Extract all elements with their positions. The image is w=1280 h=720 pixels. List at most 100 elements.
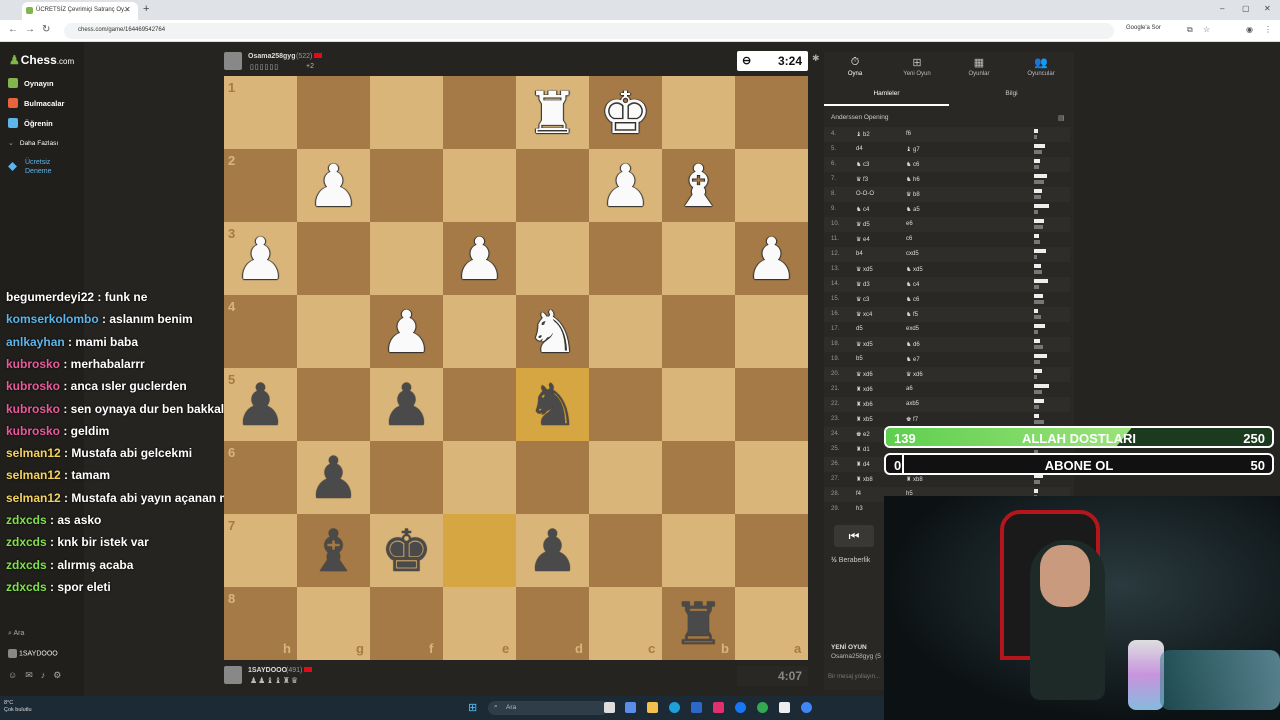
white-move[interactable]: ♝ b2 — [856, 131, 870, 138]
piece-a3[interactable]: ♟ — [735, 222, 808, 295]
square-g1[interactable] — [297, 76, 370, 149]
new-tab-icon[interactable]: + — [143, 3, 149, 15]
black-move[interactable]: ♞ f5 — [906, 311, 918, 318]
black-move[interactable]: axb5 — [906, 401, 919, 407]
piece-g2[interactable]: ♟ — [297, 149, 370, 222]
subtab-info[interactable]: Bilgi — [949, 90, 1074, 97]
browser-menu-icon[interactable]: ⋮ — [1264, 25, 1272, 34]
piece-c1[interactable]: ♚ — [589, 76, 662, 149]
square-c6[interactable] — [589, 441, 662, 514]
square-d3[interactable] — [516, 222, 589, 295]
white-move[interactable]: ♛ xd5 — [856, 341, 873, 348]
square-f2[interactable] — [370, 149, 443, 222]
piece-e3[interactable]: ♟ — [443, 222, 516, 295]
white-move[interactable]: ♜ d4 — [856, 461, 870, 468]
square-a6[interactable] — [735, 441, 808, 514]
opening-name[interactable]: Anderssen Opening — [831, 114, 888, 121]
square-e6[interactable] — [443, 441, 516, 514]
chess-logo[interactable]: ♟Chess.com — [9, 53, 74, 67]
square-a7[interactable] — [735, 514, 808, 587]
square-b5[interactable] — [662, 368, 735, 441]
sidebar-item-learn[interactable]: Öğrenin — [8, 118, 53, 128]
black-move[interactable]: a6 — [906, 386, 913, 392]
piece-c2[interactable]: ♟ — [589, 149, 662, 222]
square-c7[interactable] — [589, 514, 662, 587]
black-move[interactable]: f6 — [906, 131, 911, 137]
black-move[interactable]: ♞ d6 — [906, 341, 920, 348]
black-move[interactable]: exd5 — [906, 326, 919, 332]
black-move[interactable]: ♜ xb8 — [906, 476, 923, 483]
browser-tab[interactable]: ÜCRETSİZ Çevrimiçi Satranç Oy... — [22, 2, 138, 20]
avatar[interactable] — [224, 52, 242, 70]
black-move[interactable]: ♞ c4 — [906, 281, 919, 288]
white-move[interactable]: h3 — [856, 506, 863, 512]
taskview-icon[interactable] — [604, 702, 615, 713]
sidebar-user[interactable]: 1SAYDOOO — [8, 649, 58, 658]
piece-h5[interactable]: ♟ — [224, 368, 297, 441]
white-move[interactable]: ♛ e4 — [856, 236, 870, 243]
top-player-name[interactable]: Osama258gyg — [248, 53, 295, 60]
piece-b8[interactable]: ♜ — [662, 587, 735, 660]
piece-h3[interactable]: ♟ — [224, 222, 297, 295]
tab-new-game[interactable]: ⊞ Yeni Oyun — [886, 56, 948, 77]
bookmark-star-icon[interactable]: ☆ — [1203, 25, 1210, 34]
square-f1[interactable] — [370, 76, 443, 149]
tab-players[interactable]: 👥 Oyuncular — [1010, 56, 1072, 77]
black-move[interactable]: ♞ c6 — [906, 296, 919, 303]
piece-f5[interactable]: ♟ — [370, 368, 443, 441]
instagram-icon[interactable] — [713, 702, 724, 713]
facebook-icon[interactable] — [735, 702, 746, 713]
piece-g7[interactable]: ♝ — [297, 514, 370, 587]
free-trial-link[interactable]: Ücretsiz Deneme — [8, 158, 51, 176]
tab-play[interactable]: ⏱ Oyna — [824, 56, 886, 77]
avatar[interactable] — [224, 666, 242, 684]
white-move[interactable]: ♛ f3 — [856, 176, 868, 183]
tab-games[interactable]: ▦ Oyunlar — [948, 56, 1010, 77]
notifications-icon[interactable]: ♪ — [41, 670, 54, 680]
piece-d5[interactable]: ♞ — [516, 368, 589, 441]
square-f6[interactable] — [370, 441, 443, 514]
square-g3[interactable] — [297, 222, 370, 295]
black-move[interactable]: ♞ xd5 — [906, 266, 923, 273]
square-c3[interactable] — [589, 222, 662, 295]
black-move[interactable]: ♞ h6 — [906, 176, 920, 183]
square-e7[interactable] — [443, 514, 516, 587]
chrome-active-icon[interactable] — [801, 702, 812, 713]
sidebar-search[interactable]: ⌕ Ara — [8, 630, 24, 638]
square-e5[interactable] — [443, 368, 516, 441]
square-f3[interactable] — [370, 222, 443, 295]
google-lens-button[interactable]: Google'a Sor — [1126, 25, 1161, 31]
forward-icon[interactable]: → — [25, 24, 35, 35]
black-move[interactable]: ♞ e7 — [906, 356, 920, 363]
tab-close-icon[interactable]: ✕ — [124, 5, 131, 14]
white-move[interactable]: b5 — [856, 356, 863, 362]
white-move[interactable]: ♞ c4 — [856, 206, 869, 213]
white-move[interactable]: ♜ xb5 — [856, 416, 873, 423]
white-move[interactable]: ♛ xd5 — [856, 266, 873, 273]
square-d2[interactable] — [516, 149, 589, 222]
piece-g6[interactable]: ♟ — [297, 441, 370, 514]
url-input[interactable]: chess.com/game/164469542764 — [64, 23, 1114, 39]
sidebar-item-puzzles[interactable]: Bulmacalar — [8, 98, 64, 108]
white-move[interactable]: ♛ c3 — [856, 296, 869, 303]
square-c5[interactable] — [589, 368, 662, 441]
sidebar-item-play[interactable]: Oynayın — [8, 78, 54, 88]
white-move[interactable]: ♛ xc4 — [856, 311, 872, 318]
subtab-moves[interactable]: Hamleler — [824, 90, 949, 97]
first-move-button[interactable]: ⏮ — [834, 525, 874, 547]
square-e2[interactable] — [443, 149, 516, 222]
book-icon[interactable]: ▤ — [1058, 114, 1065, 122]
square-a5[interactable] — [735, 368, 808, 441]
black-move[interactable]: e6 — [906, 221, 913, 227]
black-move[interactable]: c6 — [906, 236, 912, 242]
white-move[interactable]: d4 — [856, 146, 863, 152]
square-b3[interactable] — [662, 222, 735, 295]
chat-message-input[interactable]: Bir mesaj yollayın... — [828, 674, 880, 680]
piece-d4[interactable]: ♞ — [516, 295, 589, 368]
square-e4[interactable] — [443, 295, 516, 368]
white-move[interactable]: ♜ d1 — [856, 446, 870, 453]
black-move[interactable]: ♚ f7 — [906, 416, 918, 423]
store-icon[interactable] — [691, 702, 702, 713]
square-a2[interactable] — [735, 149, 808, 222]
square-b4[interactable] — [662, 295, 735, 368]
